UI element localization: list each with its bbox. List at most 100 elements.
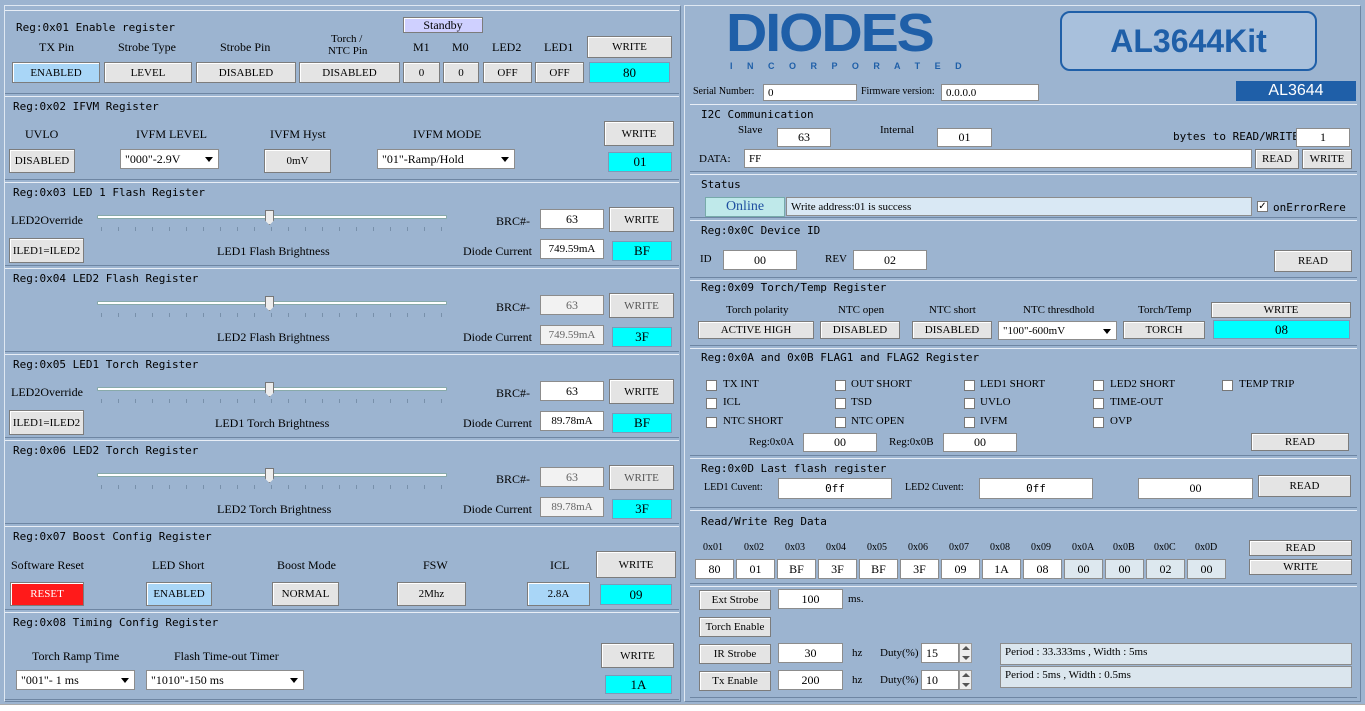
led1-short-checkbox[interactable] [964, 380, 975, 391]
bytes-input[interactable]: 1 [1296, 128, 1350, 147]
icl-button[interactable]: 2.8A [527, 582, 590, 606]
rw-value-6[interactable]: 09 [941, 559, 980, 579]
rw-read-button[interactable]: READ [1249, 540, 1352, 556]
torch-enable-button[interactable]: Torch Enable [699, 617, 771, 637]
rw-header-3: 0x04 [826, 542, 846, 553]
rw-value-11[interactable]: 02 [1146, 559, 1185, 579]
rw-write-button[interactable]: WRITE [1249, 559, 1352, 575]
led-short-button[interactable]: ENABLED [146, 582, 212, 606]
slave-input[interactable]: 63 [777, 128, 831, 147]
ntc-short-button[interactable]: DISABLED [912, 321, 992, 339]
i2c-read-button[interactable]: READ [1255, 149, 1299, 169]
ivfm-level-select[interactable]: "000"-2.9V [120, 149, 219, 169]
reg02-write-button[interactable]: WRITE [604, 121, 674, 146]
ir-strobe-button[interactable]: IR Strobe [699, 644, 771, 664]
flash-timeout-select[interactable]: "1010"-150 ms [146, 670, 304, 690]
led2-short-checkbox[interactable] [1093, 380, 1104, 391]
reg04-write-button[interactable]: WRITE [609, 293, 674, 318]
ir-strobe-input[interactable]: 30 [778, 643, 843, 663]
fsw-button[interactable]: 2Mhz [397, 582, 466, 606]
reg0b-input[interactable]: 00 [943, 433, 1017, 452]
ivfm-hyst-button[interactable]: 0mV [264, 149, 331, 173]
reg08-write-button[interactable]: WRITE [601, 643, 674, 668]
last-flash-read-button[interactable]: READ [1258, 475, 1351, 497]
rw-value-8[interactable]: 08 [1023, 559, 1062, 579]
device-id-read-button[interactable]: READ [1274, 250, 1352, 272]
led2-button[interactable]: OFF [483, 62, 532, 83]
rw-value-7[interactable]: 1A [982, 559, 1021, 579]
led1-button[interactable]: OFF [535, 62, 584, 83]
torch-temp-button[interactable]: TORCH [1123, 321, 1205, 339]
diodes-logo: DIODES I N C O R P O R A T E D [726, 3, 978, 76]
m0-button[interactable]: 0 [443, 62, 479, 83]
rw-value-10[interactable]: 00 [1105, 559, 1144, 579]
reg07-write-button[interactable]: WRITE [596, 551, 676, 578]
led1-current-input[interactable]: 0ff [778, 478, 892, 499]
led2-current-input[interactable]: 0ff [979, 478, 1093, 499]
ovp-checkbox[interactable] [1093, 417, 1104, 428]
duty1-input[interactable]: 15 [921, 643, 959, 663]
strobe-type-button[interactable]: LEVEL [104, 62, 192, 83]
tsd-checkbox[interactable] [835, 398, 846, 409]
timeout-checkbox[interactable] [1093, 398, 1104, 409]
ext-strobe-input[interactable]: 100 [778, 589, 843, 609]
data-input[interactable]: FF [744, 149, 1252, 168]
duty2-input[interactable]: 10 [921, 670, 959, 690]
uvlo-checkbox[interactable] [964, 398, 975, 409]
torch-ntc-button[interactable]: DISABLED [299, 62, 400, 83]
tx-pin-button[interactable]: ENABLED [12, 62, 100, 83]
reg06-brc-input[interactable]: 63 [540, 467, 604, 487]
rw-value-5[interactable]: 3F [900, 559, 939, 579]
reg01-write-button[interactable]: WRITE [587, 36, 672, 58]
reg05-write-button[interactable]: WRITE [609, 379, 674, 404]
rw-value-2[interactable]: BF [777, 559, 816, 579]
out-short-checkbox[interactable] [835, 380, 846, 391]
reg0a-input[interactable]: 00 [803, 433, 877, 452]
rev-input[interactable]: 02 [853, 250, 927, 270]
ivfm-mode-select[interactable]: "01"-Ramp/Hold [377, 149, 515, 169]
tx-enable-input[interactable]: 200 [778, 670, 843, 690]
i2c-write-button[interactable]: WRITE [1302, 149, 1352, 169]
ntc-open-button[interactable]: DISABLED [820, 321, 900, 339]
flag-read-button[interactable]: READ [1251, 433, 1349, 451]
id-input[interactable]: 00 [723, 250, 797, 270]
duty2-stepper[interactable] [959, 670, 972, 690]
ext-strobe-button[interactable]: Ext Strobe [699, 590, 771, 610]
reg05-brc-input[interactable]: 63 [540, 381, 604, 401]
last-flash-value[interactable]: 00 [1138, 478, 1253, 499]
temp-trip-checkbox[interactable] [1222, 380, 1233, 391]
ntc-open-checkbox[interactable] [835, 417, 846, 428]
m1-label: M1 [413, 40, 430, 54]
torch-write-button[interactable]: WRITE [1211, 302, 1351, 318]
ivfm-checkbox[interactable] [964, 417, 975, 428]
ntc-short-checkbox[interactable] [706, 417, 717, 428]
internal-input[interactable]: 01 [937, 128, 992, 147]
torch-ramp-select[interactable]: "001"- 1 ms [16, 670, 135, 690]
reg06-write-button[interactable]: WRITE [609, 465, 674, 490]
reg04-brc-input[interactable]: 63 [540, 295, 604, 315]
rw-value-4[interactable]: BF [859, 559, 898, 579]
on-error-checkbox[interactable]: ✓ [1257, 201, 1268, 212]
rw-value-3[interactable]: 3F [818, 559, 857, 579]
reg03-iled-button[interactable]: ILED1=ILED2 [9, 238, 84, 263]
tx-int-checkbox[interactable] [706, 380, 717, 391]
strobe-pin-button[interactable]: DISABLED [196, 62, 296, 83]
firmware-input[interactable]: 0.0.0.0 [941, 84, 1039, 101]
reg03-brc-input[interactable]: 63 [540, 209, 604, 229]
icl-checkbox[interactable] [706, 398, 717, 409]
torch-polarity-button[interactable]: ACTIVE HIGH [698, 321, 814, 339]
uvlo-button[interactable]: DISABLED [9, 149, 75, 173]
rw-value-1[interactable]: 01 [736, 559, 775, 579]
serial-input[interactable]: 0 [763, 84, 857, 101]
tx-enable-button[interactable]: Tx Enable [699, 671, 771, 691]
rw-value-9[interactable]: 00 [1064, 559, 1103, 579]
reg05-iled-button[interactable]: ILED1=ILED2 [9, 410, 84, 435]
ntc-threshold-select[interactable]: "100"-600mV [998, 321, 1117, 340]
duty1-stepper[interactable] [959, 643, 972, 663]
boost-mode-button[interactable]: NORMAL [272, 582, 339, 606]
reg03-write-button[interactable]: WRITE [609, 207, 674, 232]
reset-button[interactable]: RESET [10, 582, 84, 606]
rw-value-12[interactable]: 00 [1187, 559, 1226, 579]
rw-value-0[interactable]: 80 [695, 559, 734, 579]
m1-button[interactable]: 0 [403, 62, 440, 83]
